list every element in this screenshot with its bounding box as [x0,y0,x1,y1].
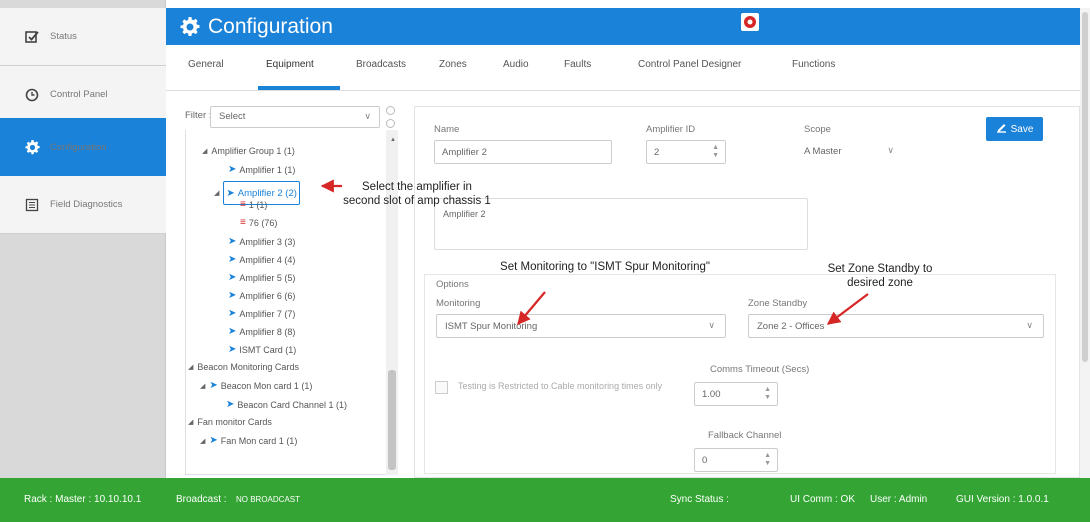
annotation-arrow [517,291,546,326]
sync-warning-icon[interactable] [741,13,759,31]
broadcast-label: Broadcast : [176,494,227,505]
annotation-select-amplifier: Select the amplifier in second slot of a… [343,181,491,207]
ui-comm-status: UI Comm : OK [790,494,856,505]
page-scrollbar[interactable] [1080,8,1090,478]
user-status: User : Admin [870,494,928,505]
annotation-monitoring: Set Monitoring to "ISMT Spur Monitoring" [500,261,710,273]
status-bar: Rack : Master : 10.10.10.1 Broadcast : N… [0,478,1090,522]
rack-status: Rack : Master : 10.10.10.1 [24,494,142,505]
sync-status-label: Sync Status : [670,494,729,505]
gui-version: GUI Version : 1.0.0.1 [956,494,1049,505]
broadcast-value: NO BROADCAST [236,495,301,504]
page-scrollbar-thumb[interactable] [1082,12,1088,362]
annotation-zone-standby: Set Zone Standby to desired zone [827,263,933,289]
annotation-arrow [826,293,869,325]
